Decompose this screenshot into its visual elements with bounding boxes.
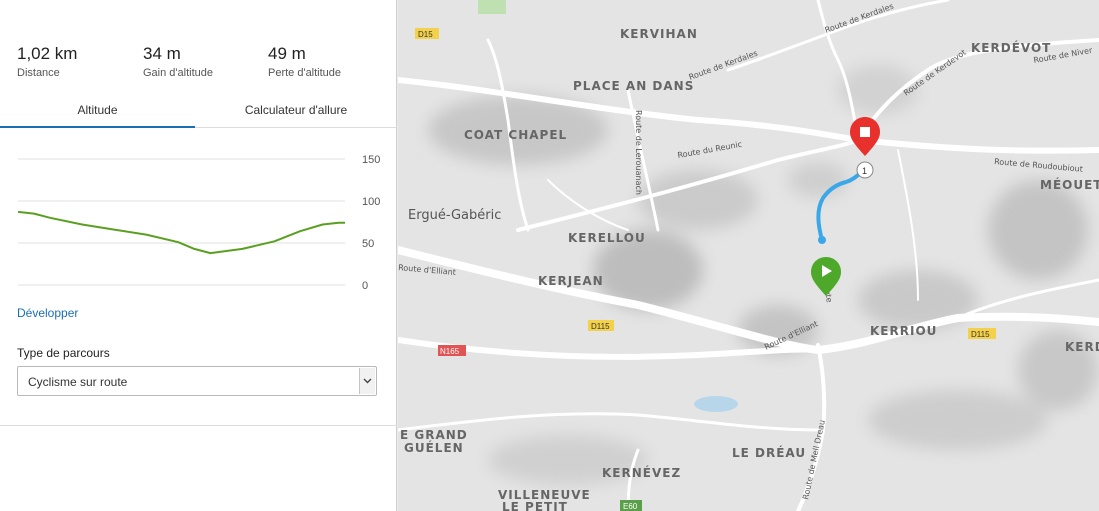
stat-elevation-gain-value: 34 m (143, 44, 181, 63)
panel-tabs: Altitude Calculateur d'allure (0, 94, 397, 128)
y-tick-label: 150 (362, 154, 380, 166)
place-label: KERVIHAN (620, 27, 698, 41)
stat-elevation-loss-value: 49 m (268, 44, 306, 63)
place-label: PLACE AN DANS (573, 79, 694, 93)
place-label: MÉOUET (1040, 177, 1099, 192)
road-shield-label: D115 (971, 330, 990, 339)
y-tick-label: 50 (362, 238, 374, 250)
road-shield-label: D15 (418, 30, 433, 39)
place-label: COAT CHAPEL (464, 128, 567, 142)
place-label: LE DRÉAU (732, 445, 806, 460)
route-stats: 1,02 km Distance 34 m Gain d'altitude 49… (0, 44, 397, 86)
stat-elevation-gain-label: Gain d'altitude (143, 67, 213, 79)
chevron-down-icon[interactable] (359, 368, 375, 394)
expand-link[interactable]: Développer (17, 306, 78, 320)
place-label: KERELLOU (568, 231, 646, 245)
stat-distance: 1,02 km Distance (17, 44, 77, 79)
waypoint-marker[interactable]: 1 (856, 161, 874, 179)
place-label: GUÉLEN (404, 440, 464, 455)
map-canvas[interactable]: D15 D115 N165 D115 E60 KERVIHAN PLACE AN… (398, 0, 1099, 511)
tab-altitude[interactable]: Altitude (0, 94, 195, 128)
pond (694, 396, 738, 412)
place-label: KERRIOU (870, 324, 937, 338)
route-type-select[interactable]: Cyclisme sur route (17, 366, 377, 396)
waypoint-number: 1 (862, 166, 867, 176)
place-label: E GRAND (400, 428, 468, 442)
stop-icon (860, 127, 870, 137)
town-label: Ergué-Gabéric (408, 208, 501, 223)
stat-elevation-loss-label: Perte d'altitude (268, 67, 342, 79)
road-shield-label: E60 (623, 502, 638, 511)
place-label: KERD (1065, 340, 1099, 354)
place-label: KERDÉVOT (971, 40, 1051, 55)
stat-distance-value: 1,02 km (17, 44, 78, 63)
stat-elevation-loss: 49 m Perte d'altitude (268, 44, 341, 79)
y-tick-label: 100 (362, 196, 380, 208)
route-start-dot (818, 236, 826, 244)
elevation-chart: 150 100 50 0 (17, 154, 380, 292)
road-shield-label: N165 (440, 347, 460, 356)
place-label: KERNÉVEZ (602, 465, 681, 480)
park-area (478, 0, 506, 14)
stat-elevation-gain: 34 m Gain d'altitude (143, 44, 213, 79)
tab-pace-calculator[interactable]: Calculateur d'allure (195, 94, 397, 128)
stat-distance-label: Distance (17, 67, 60, 79)
place-label: LE PETIT (502, 500, 568, 511)
panel-divider (0, 425, 397, 426)
y-tick-label: 0 (362, 280, 368, 292)
map-view[interactable]: D15 D115 N165 D115 E60 KERVIHAN PLACE AN… (398, 0, 1099, 511)
road-shield-label: D115 (591, 322, 610, 331)
elevation-series-line (17, 210, 345, 255)
route-type-label: Type de parcours (17, 346, 110, 360)
route-info-panel: 1,02 km Distance 34 m Gain d'altitude 49… (0, 0, 397, 511)
place-label: KERJEAN (538, 274, 604, 288)
route-type-selected-value: Cyclisme sur route (28, 375, 128, 389)
road-label: Route de Lerouanach (634, 110, 643, 195)
